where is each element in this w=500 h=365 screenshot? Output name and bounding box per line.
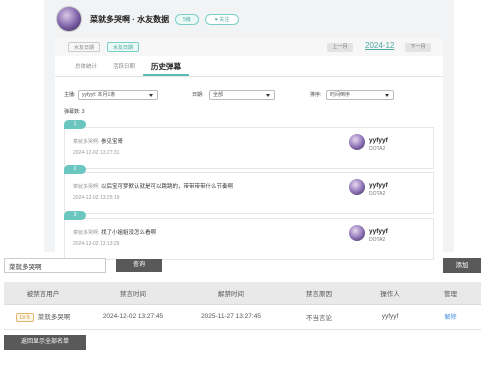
operator-cell: yyfyyf (360, 304, 420, 330)
unban-link[interactable]: 解除 (444, 315, 456, 321)
next-month-button[interactable]: 下一月 (405, 43, 431, 52)
tabs-divider (55, 76, 443, 77)
follow-button[interactable]: ♥ 关注 (204, 13, 240, 25)
profile-bar: 菜就多哭啊 · 水友数据 5级 ♥ 关注 (56, 4, 240, 34)
game-name: DOTA2 (369, 191, 386, 197)
sort-select[interactable]: 时间倒序 (326, 90, 394, 100)
entry-number: 3 (64, 211, 86, 220)
tab-history-danmaku[interactable]: 历史弹幕 (143, 60, 190, 76)
streamer-name[interactable]: yyfyyf (369, 228, 388, 235)
ban-time-cell: 2024-12-02 13:27:45 (82, 304, 184, 330)
date-tag[interactable]: 水友日期 (68, 42, 101, 52)
entry-text: 以后宝可梦默认就是可以跳跳的，带带带带什么节奏啊 (101, 184, 234, 190)
entry-number: 2 (64, 165, 86, 174)
table-header-row: 被禁言用户 禁言时间 解禁时间 禁言原因 操作人 管理 (4, 282, 481, 305)
search-input[interactable] (4, 258, 106, 273)
column-header: 禁言原因 (278, 282, 360, 305)
prev-month-button[interactable]: 上一月 (327, 43, 353, 52)
entry-text: 找了小姐姐没怎么看啊 (101, 230, 157, 236)
column-header: 解禁时间 (184, 282, 278, 305)
query-button[interactable]: 查询 (116, 259, 162, 272)
add-button[interactable]: 添加 (443, 258, 481, 273)
streamer-filter-label: 主播: (64, 92, 76, 98)
streamer-avatar[interactable] (349, 225, 365, 241)
date-select[interactable]: 全部 (209, 90, 275, 100)
level-badge: 5级 (175, 13, 199, 25)
date-tag-active[interactable]: 水友日期 (107, 42, 140, 52)
entry-prefix: 菜就多哭啊: (73, 230, 100, 236)
column-header: 管理 (420, 282, 481, 305)
streamer-avatar[interactable] (349, 179, 365, 195)
tab-bar: 总体统计 活跃日期 历史弹幕 (67, 60, 190, 76)
entry-time: 2024-12-02 13:27:31 (73, 150, 120, 156)
streamer-select[interactable]: yyfyyf: 本月1条 (78, 90, 158, 100)
danmaku-entry: 1 菜就多哭啊: 参见宝哥 2024-12-02 13:27:31 yyfyyf… (64, 120, 434, 169)
user-data-panel: 菜就多哭啊 · 水友数据 5级 ♥ 关注 水友日期 水友日期 上一月 2024-… (44, 0, 454, 260)
column-header: 被禁言用户 (4, 282, 82, 305)
unban-time-cell: 2025-11-27 13:27:45 (184, 304, 278, 330)
profile-username: 菜就多哭啊 · 水友数据 (90, 14, 170, 24)
entry-time: 2024-12-02 13:25:19 (73, 195, 120, 201)
entry-prefix: 菜就多哭啊: (73, 184, 100, 190)
column-header: 禁言时间 (82, 282, 184, 305)
tab-overall-stats[interactable]: 总体统计 (67, 60, 105, 76)
streamer-avatar[interactable] (349, 134, 365, 150)
user-avatar (56, 6, 82, 32)
entry-time: 2024-12-02 13:13:29 (73, 241, 120, 247)
danmaku-entry: 3 菜就多哭啊: 找了小姐姐没怎么看啊 2024-12-02 13:13:29 … (64, 211, 434, 260)
current-month-link[interactable]: 2024-12 (365, 41, 394, 50)
history-card: 水友日期 水友日期 上一月 2024-12 下一月 总体统计 活跃日期 历史弹幕… (55, 38, 443, 260)
danmaku-entry: 2 菜就多哭啊: 以后宝可梦默认就是可以跳跳的，带带带带什么节奏啊 2024-1… (64, 165, 434, 214)
show-all-list-button[interactable]: 返回显示全部名单 (4, 335, 86, 350)
column-header: 操作人 (360, 282, 420, 305)
danmaku-count: 弹幕数: 3 (64, 109, 85, 115)
streamer-name[interactable]: yyfyyf (369, 182, 388, 189)
ban-reason-cell: 不当言论 (278, 304, 360, 330)
entry-prefix: 菜就多哭啊: (73, 139, 100, 145)
ban-list-table: 被禁言用户 禁言时间 解禁时间 禁言原因 操作人 管理 LV 5 菜就多哭啊 20… (4, 282, 481, 330)
game-name: DOTA2 (369, 146, 386, 152)
banned-user-cell: LV 5 菜就多哭啊 (4, 304, 82, 330)
manage-cell: 解除 (420, 304, 481, 330)
tab-active-dates[interactable]: 活跃日期 (105, 60, 143, 76)
streamer-name[interactable]: yyfyyf (369, 137, 388, 144)
user-level-badge: LV 5 (15, 312, 34, 322)
banned-user-name: 菜就多哭啊 (37, 314, 71, 322)
entry-text: 参见宝哥 (101, 139, 124, 145)
date-filter-label: 日期: (192, 92, 204, 98)
sort-filter-label: 排序: (310, 92, 322, 98)
filter-row: 主播: yyfyyf: 本月1条 日期: 全部 排序: 时间倒序 (64, 90, 434, 100)
entry-number: 1 (64, 120, 86, 129)
table-row: LV 5 菜就多哭啊 2024-12-02 13:27:45 2025-11-27… (4, 304, 481, 330)
card-header: 水友日期 水友日期 上一月 2024-12 下一月 (55, 38, 443, 56)
game-name: DOTA2 (369, 237, 386, 243)
